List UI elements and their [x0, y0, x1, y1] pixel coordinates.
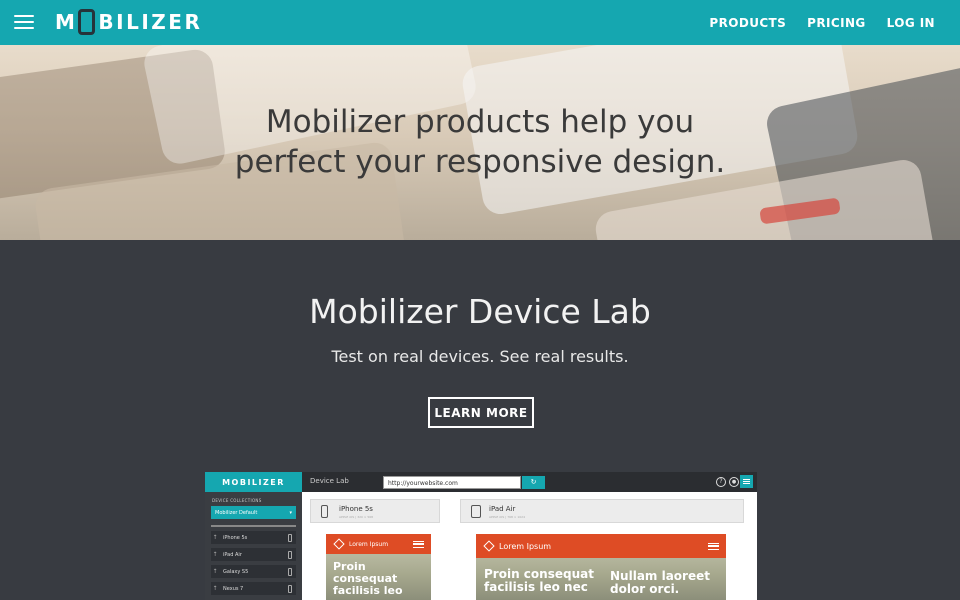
- phone-icon: [288, 533, 292, 542]
- mockup-device-item: ↑ iPhone 5s: [211, 531, 296, 544]
- mockup-device-card-spec: APPLE iOS | 320 × 568: [339, 515, 374, 519]
- hero-heading: Mobilizer products help you perfect your…: [0, 102, 960, 182]
- hero-line-2: perfect your responsive design.: [234, 144, 726, 180]
- mobilizer-logo[interactable]: M BILIZER: [55, 9, 202, 35]
- mockup-device-card-name: iPad Air: [489, 505, 516, 513]
- nav-link-login[interactable]: LOG IN: [887, 16, 935, 30]
- menu-icon: [708, 542, 719, 550]
- reload-icon: ↻: [522, 476, 545, 489]
- mockup-logo: MOBILIZER: [205, 472, 302, 492]
- diamond-logo-icon: [333, 538, 345, 550]
- mockup-device-name: Galaxy S5: [223, 568, 249, 575]
- learn-more-button[interactable]: LEARN MORE: [428, 397, 534, 428]
- phone-icon: [288, 567, 292, 576]
- mockup-device-item: ↑ Galaxy S5: [211, 565, 296, 578]
- mockup-screen-text-left: Proin consequat facilisis leo nec: [484, 567, 594, 595]
- mockup-toolbar: Device Lab http://yourwebsite.com ↻ ? ●: [302, 472, 757, 492]
- arrow-up-icon: ↑: [212, 568, 218, 575]
- device-lab-screenshot: MOBILIZER DEVICE COLLECTIONS Mobilizer D…: [205, 472, 757, 600]
- phone-icon: [288, 550, 292, 559]
- mockup-screen-text: Proin consequat facilisis leo nec fermen…: [333, 560, 403, 600]
- section-subtitle: Test on real devices. See real results.: [331, 347, 629, 366]
- mockup-divider: [211, 525, 296, 527]
- top-nav: M BILIZER PRODUCTS PRICING LOG IN: [0, 0, 960, 45]
- mockup-dropdown-value: Mobilizer Default: [215, 509, 258, 516]
- mockup-screen-header: Lorem Ipsum: [476, 534, 726, 558]
- mockup-collection-dropdown: Mobilizer Default ▾: [211, 506, 296, 519]
- diamond-logo-icon: [483, 540, 495, 552]
- mockup-device-card: iPhone 5s APPLE iOS | 320 × 568: [310, 499, 440, 523]
- logo-phone-icon: [78, 9, 96, 35]
- nav-links: PRODUCTS PRICING LOG IN: [709, 0, 935, 45]
- arrow-up-icon: ↑: [212, 551, 218, 558]
- arrow-up-icon: ↑: [212, 534, 218, 541]
- hero-line-1: Mobilizer products help you: [265, 104, 695, 140]
- mockup-tablet-screen: Lorem Ipsum Proin consequat facilisis le…: [476, 534, 726, 600]
- menu-icon: [740, 475, 753, 488]
- menu-icon: [413, 540, 424, 548]
- mockup-screen-title: Lorem Ipsum: [499, 541, 552, 551]
- phone-icon: [321, 505, 328, 518]
- mockup-device-name: Nexus 7: [223, 585, 244, 592]
- nav-link-pricing[interactable]: PRICING: [807, 16, 865, 30]
- mockup-device-card-spec: APPLE iOS | 768 × 1024: [489, 515, 525, 519]
- mockup-sidebar: MOBILIZER DEVICE COLLECTIONS Mobilizer D…: [205, 472, 302, 600]
- mockup-phone-screen: Lorem Ipsum Proin consequat facilisis le…: [326, 534, 431, 600]
- help-icon: ?: [716, 477, 726, 487]
- mockup-url-field: http://yourwebsite.com: [383, 476, 521, 489]
- mockup-screen-text-right: Nullam laoreet dolor orci.: [610, 569, 710, 597]
- mockup-screen-title: Lorem Ipsum: [349, 540, 389, 548]
- phone-icon: [288, 584, 292, 593]
- mockup-device-item: ↑ Nexus 7: [211, 582, 296, 595]
- hamburger-menu-icon[interactable]: [14, 14, 34, 30]
- mockup-toolbar-label: Device Lab: [310, 477, 349, 485]
- arrow-up-icon: ↑: [212, 585, 218, 592]
- mockup-device-item: ↑ iPad Air: [211, 548, 296, 561]
- section-title: Mobilizer Device Lab: [309, 292, 651, 331]
- user-icon: ●: [729, 477, 739, 487]
- nav-link-products[interactable]: PRODUCTS: [709, 16, 786, 30]
- hero-banner: Mobilizer products help you perfect your…: [0, 45, 960, 240]
- mockup-device-name: iPad Air: [223, 551, 242, 558]
- mockup-screen-header: Lorem Ipsum: [326, 534, 431, 554]
- mockup-device-card: iPad Air APPLE iOS | 768 × 1024: [460, 499, 744, 523]
- logo-letter-m: M: [55, 10, 78, 34]
- mockup-device-name: iPhone 5s: [223, 534, 248, 541]
- mockup-device-card-name: iPhone 5s: [339, 505, 373, 513]
- tablet-icon: [471, 505, 481, 518]
- chevron-down-icon: ▾: [289, 509, 292, 516]
- mockup-collections-label: DEVICE COLLECTIONS: [212, 498, 262, 503]
- logo-letters: BILIZER: [98, 10, 203, 34]
